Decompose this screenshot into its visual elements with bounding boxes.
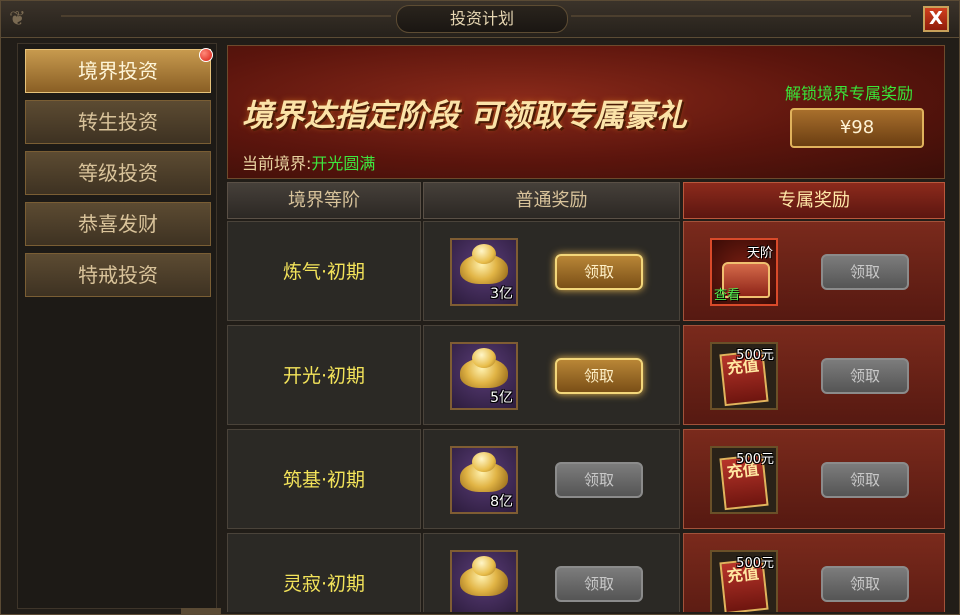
gold-ingot-item[interactable]: 8亿 xyxy=(450,446,518,514)
claim-normal-button[interactable]: 领取 xyxy=(555,254,643,290)
claim-normal-button[interactable]: 领取 xyxy=(555,358,643,394)
gold-ingot-item[interactable]: 5亿 xyxy=(450,342,518,410)
normal-reward-cell: 领取 xyxy=(423,533,680,612)
claim-normal-button[interactable]: 领取 xyxy=(555,462,643,498)
chest-view-link[interactable]: 查看 xyxy=(714,284,740,303)
normal-reward-cell: 5亿 领取 xyxy=(423,325,680,425)
gold-ingot-top-icon xyxy=(472,452,496,472)
recharge-card-item[interactable]: 充值 500元 xyxy=(710,446,778,514)
sidebar-item-realm-investment[interactable]: 境界投资 xyxy=(25,49,211,93)
promo-banner: 境界达指定阶段 可领取专属豪礼 当前境界:开光圆满 解锁境界专属奖励 ¥98 xyxy=(227,45,945,179)
gold-ingot-top-icon xyxy=(472,348,496,368)
banner-headline: 境界达指定阶段 可领取专属豪礼 xyxy=(242,98,687,134)
table-row: 开光·初期 5亿 领取 充值 500元 领取 xyxy=(227,325,947,427)
claim-exclusive-button[interactable]: 领取 xyxy=(821,358,909,394)
bottom-ornament xyxy=(181,608,221,614)
claim-exclusive-button[interactable]: 领取 xyxy=(821,254,909,290)
normal-reward-cell: 3亿 领取 xyxy=(423,221,680,321)
title-divider-left xyxy=(61,15,391,17)
gold-ingot-top-icon xyxy=(472,556,496,576)
normal-reward-cell: 8亿 领取 xyxy=(423,429,680,529)
item-quantity: 5亿 xyxy=(490,390,513,406)
realm-name: 开光·初期 xyxy=(282,365,366,387)
table-row: 筑基·初期 8亿 领取 充值 500元 领取 xyxy=(227,429,947,531)
current-realm-label: 当前境界: xyxy=(242,154,312,173)
sidebar-item-fortune[interactable]: 恭喜发财 xyxy=(25,202,211,246)
investment-plan-window: ❦ 投资计划 X 境界投资 转生投资 等级投资 恭喜发财 特戒投资 境界达指定阶… xyxy=(0,0,960,615)
close-button[interactable]: X xyxy=(923,6,949,32)
realm-name: 炼气·初期 xyxy=(282,261,366,283)
recharge-card-item[interactable]: 充值 500元 xyxy=(710,550,778,612)
recharge-amount: 500元 xyxy=(736,556,774,571)
window-title: 投资计划 xyxy=(396,5,568,33)
current-realm: 当前境界:开光圆满 xyxy=(242,150,375,174)
header-normal-reward: 普通奖励 xyxy=(423,182,680,219)
sidebar-item-rebirth-investment[interactable]: 转生投资 xyxy=(25,100,211,144)
claim-exclusive-button[interactable]: 领取 xyxy=(821,462,909,498)
title-bar: ❦ 投资计划 X xyxy=(1,1,959,38)
sidebar-item-ring-investment[interactable]: 特戒投资 xyxy=(25,253,211,297)
table-row: 炼气·初期 3亿 领取 天阶 查看 领取 xyxy=(227,221,947,323)
claim-normal-button[interactable]: 领取 xyxy=(555,566,643,602)
recharge-amount: 500元 xyxy=(736,452,774,467)
realm-name: 筑基·初期 xyxy=(282,469,366,491)
reward-table: 炼气·初期 3亿 领取 天阶 查看 领取 开光·初期 5亿 领取 充值 500元… xyxy=(227,221,947,612)
treasure-chest-item[interactable]: 天阶 查看 xyxy=(710,238,778,306)
claim-exclusive-button[interactable]: 领取 xyxy=(821,566,909,602)
corner-ornament-icon: ❦ xyxy=(9,6,26,30)
realm-cell: 筑基·初期 xyxy=(227,429,421,529)
header-realm: 境界等阶 xyxy=(227,182,421,219)
exclusive-reward-cell: 充值 500元 领取 xyxy=(683,325,945,425)
exclusive-reward-cell: 充值 500元 领取 xyxy=(683,429,945,529)
item-quantity: 8亿 xyxy=(490,494,513,510)
purchase-button[interactable]: ¥98 xyxy=(790,108,924,148)
sidebar-item-level-investment[interactable]: 等级投资 xyxy=(25,151,211,195)
item-quantity: 3亿 xyxy=(490,286,513,302)
gold-ingot-item[interactable]: 3亿 xyxy=(450,238,518,306)
gold-ingot-item[interactable] xyxy=(450,550,518,612)
realm-cell: 开光·初期 xyxy=(227,325,421,425)
title-divider-right xyxy=(571,15,911,17)
recharge-card-item[interactable]: 充值 500元 xyxy=(710,342,778,410)
notification-dot-icon xyxy=(199,48,213,62)
header-exclusive-reward: 专属奖励 xyxy=(683,182,945,219)
exclusive-reward-cell: 天阶 查看 领取 xyxy=(683,221,945,321)
realm-cell: 炼气·初期 xyxy=(227,221,421,321)
exclusive-reward-cell: 充值 500元 领取 xyxy=(683,533,945,612)
chest-grade-tag: 天阶 xyxy=(746,246,773,261)
current-realm-value: 开光圆满 xyxy=(311,154,376,173)
gold-ingot-top-icon xyxy=(472,244,496,264)
table-row: 灵寂·初期 领取 充值 500元 领取 xyxy=(227,533,947,612)
sidebar: 境界投资 转生投资 等级投资 恭喜发财 特戒投资 xyxy=(17,43,217,609)
unlock-exclusive-label: 解锁境界专属奖励 xyxy=(785,84,914,103)
recharge-amount: 500元 xyxy=(736,348,774,363)
realm-name: 灵寂·初期 xyxy=(282,573,366,595)
realm-cell: 灵寂·初期 xyxy=(227,533,421,612)
